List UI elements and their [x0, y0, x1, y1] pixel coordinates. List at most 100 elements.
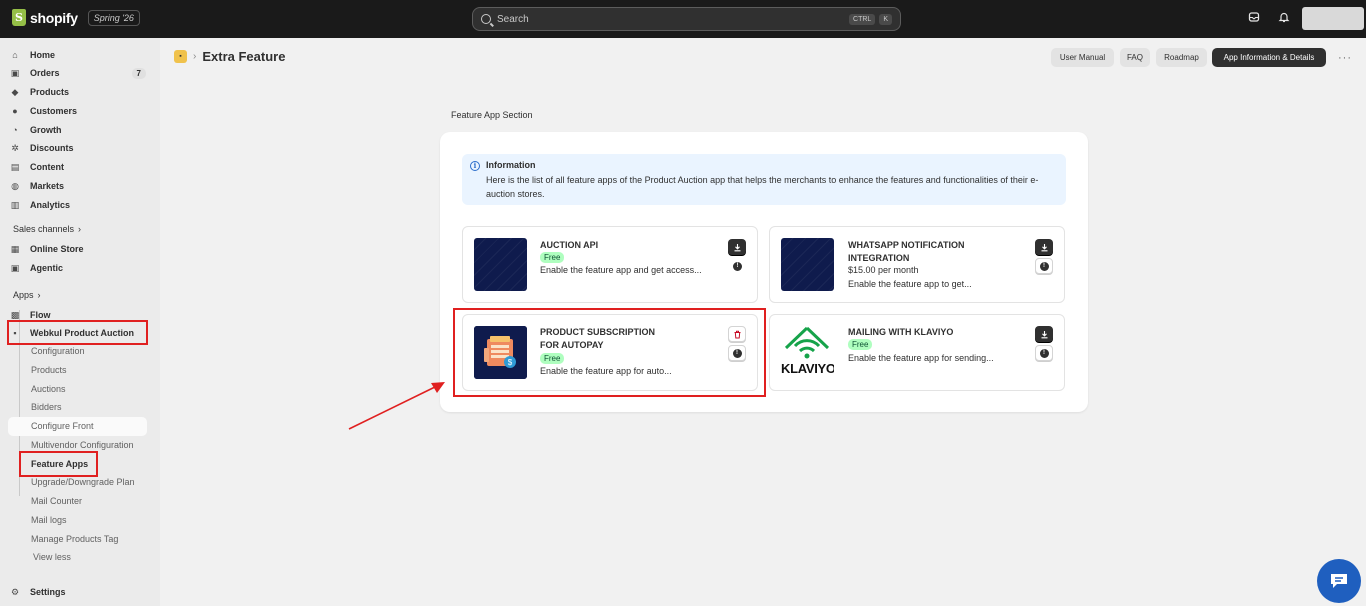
- bell-icon[interactable]: [1276, 11, 1292, 27]
- nav-products[interactable]: ◆ Products: [8, 83, 146, 101]
- nav-label: Customers: [30, 106, 78, 116]
- search-bar[interactable]: Search CTRL K: [472, 7, 901, 31]
- section-label: Sales channels: [13, 224, 75, 234]
- download-button[interactable]: [1035, 239, 1053, 255]
- shortcut-k: K: [879, 13, 892, 25]
- view-less-link[interactable]: View less: [33, 552, 71, 562]
- info-title: Information: [486, 160, 536, 170]
- gauge-icon: ◔: [12, 125, 18, 135]
- tag-icon: ◆: [11, 86, 19, 97]
- chart-icon: ▥: [10, 199, 20, 210]
- chevron-right-icon: ›: [193, 51, 197, 62]
- nav-label: Analytics: [30, 200, 71, 210]
- inbox-icon: ▣: [10, 67, 20, 78]
- nav-customers[interactable]: ● Customers: [8, 102, 146, 120]
- section-title: Feature App Section: [451, 110, 533, 120]
- download-icon: [1041, 243, 1047, 251]
- chat-support-button[interactable]: [1317, 559, 1361, 603]
- sub-item-manage-products-tag[interactable]: Manage Products Tag: [31, 534, 118, 544]
- chevron-right-icon: ›: [78, 224, 82, 234]
- app-price: $15.00 per month: [848, 265, 919, 275]
- nav-home[interactable]: ⌂ Home: [8, 46, 146, 64]
- store-account-menu[interactable]: [1302, 7, 1364, 30]
- sub-item-auctions[interactable]: Auctions: [31, 384, 66, 394]
- highlight-box-feature-apps: [19, 451, 98, 477]
- page-title: Extra Feature: [202, 49, 286, 64]
- brand-name: shopify: [30, 9, 78, 26]
- sub-item-mail-counter[interactable]: Mail Counter: [31, 496, 82, 506]
- app-description: Enable the feature app and get access...: [540, 265, 702, 275]
- app-icon[interactable]: ▪: [174, 50, 187, 63]
- info-text: Here is the list of all feature apps of …: [486, 175, 1039, 199]
- app-thumbnail: [781, 238, 834, 291]
- chat-icon: [1331, 574, 1347, 588]
- chevron-right-icon: ›: [37, 290, 41, 300]
- sales-channels-heading[interactable]: Sales channels ›: [13, 224, 81, 234]
- app-thumbnail: [474, 238, 527, 291]
- app-name: MAILING WITH KLAVIYO: [848, 327, 954, 337]
- highlight-box-app-nav: [7, 320, 148, 345]
- info-icon: i: [470, 161, 480, 171]
- nav-label: Growth: [30, 125, 62, 135]
- nav-online-store[interactable]: ▦ Online Store: [8, 240, 146, 258]
- app-info-button[interactable]: !: [1035, 258, 1053, 274]
- app-information-button[interactable]: App Information & Details: [1212, 48, 1326, 67]
- nav-settings[interactable]: ⚙ Settings: [8, 583, 146, 601]
- download-button[interactable]: [728, 239, 746, 255]
- nav-growth[interactable]: ◔ Growth: [8, 121, 146, 139]
- free-badge: Free: [848, 339, 873, 350]
- top-bar: shopify Spring '26 Search CTRL K: [0, 0, 1366, 38]
- sub-item-configure-front[interactable]: Configure Front: [31, 421, 94, 431]
- download-button[interactable]: [1035, 326, 1053, 342]
- nav-label: Discounts: [30, 143, 74, 153]
- more-actions-icon[interactable]: ···: [1338, 52, 1352, 64]
- download-icon: [734, 243, 740, 251]
- app-info-icon[interactable]: !: [733, 262, 742, 271]
- nav-label: Content: [30, 162, 64, 172]
- nav-label: Products: [30, 87, 70, 97]
- store-icon: ▦: [10, 243, 20, 254]
- app-info-icon: !: [1039, 348, 1049, 358]
- breadcrumb: ▪ › Extra Feature: [174, 49, 285, 64]
- home-icon: ⌂: [12, 50, 18, 60]
- nav-label: Online Store: [30, 244, 84, 254]
- nav-label: Home: [30, 50, 56, 60]
- app-description: Enable the feature app to get...: [848, 279, 972, 289]
- shopify-logo[interactable]: shopify Spring '26: [12, 9, 140, 26]
- nav-label: Markets: [30, 181, 65, 191]
- section-label: Apps: [13, 290, 34, 300]
- shopify-bag-icon: [12, 9, 26, 26]
- sub-item-products[interactable]: Products: [31, 365, 67, 375]
- sub-item-mail-logs[interactable]: Mail logs: [31, 515, 67, 525]
- person-icon: ●: [12, 106, 18, 116]
- user-manual-button[interactable]: User Manual: [1051, 48, 1114, 67]
- app-name: WHATSAPP NOTIFICATION INTEGRATION: [848, 240, 965, 263]
- faq-button[interactable]: FAQ: [1120, 48, 1150, 67]
- nav-markets[interactable]: ◍ Markets: [8, 177, 146, 195]
- download-icon: [1041, 330, 1047, 338]
- discount-icon: ✲: [11, 142, 19, 153]
- app-thumbnail: KLAVIYO: [781, 326, 834, 379]
- nav-analytics[interactable]: ▥ Analytics: [8, 196, 146, 214]
- agentic-icon: ▣: [10, 262, 20, 273]
- app-info-button[interactable]: !: [1035, 345, 1053, 361]
- nav-orders[interactable]: ▣ Orders 7: [8, 64, 146, 82]
- globe-icon: ◍: [11, 180, 19, 191]
- nav-agentic[interactable]: ▣ Agentic: [8, 259, 146, 277]
- app-name: AUCTION API: [540, 240, 599, 250]
- nav-discounts[interactable]: ✲ Discounts: [8, 139, 146, 157]
- nav-label: Flow: [30, 310, 51, 320]
- inbox-icon[interactable]: [1246, 11, 1262, 27]
- content-icon: ▤: [10, 161, 20, 172]
- roadmap-button[interactable]: Roadmap: [1156, 48, 1207, 67]
- apps-heading[interactable]: Apps ›: [13, 290, 41, 300]
- sub-item-configuration[interactable]: Configuration: [31, 346, 85, 356]
- sub-item-upgrade-downgrade-plan[interactable]: Upgrade/Downgrade Plan: [31, 477, 135, 487]
- annotation-arrow-icon: [348, 382, 445, 430]
- sub-item-multivendor-configuration[interactable]: Multivendor Configuration: [31, 440, 134, 450]
- sub-item-bidders[interactable]: Bidders: [31, 402, 62, 412]
- highlight-box-subscription-tile: [453, 308, 766, 397]
- nav-content[interactable]: ▤ Content: [8, 158, 146, 176]
- free-badge: Free: [540, 252, 565, 263]
- shortcut-ctrl: CTRL: [849, 13, 876, 25]
